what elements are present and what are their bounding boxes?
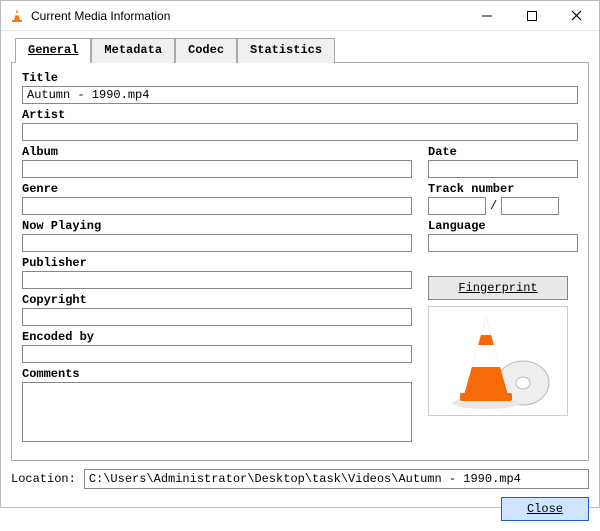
app-icon	[9, 8, 25, 24]
publisher-label: Publisher	[22, 256, 412, 270]
minimize-button[interactable]	[464, 1, 509, 30]
location-input[interactable]	[84, 469, 589, 489]
publisher-input[interactable]	[22, 271, 412, 289]
window-title: Current Media Information	[31, 9, 464, 23]
language-input[interactable]	[428, 234, 578, 252]
artist-label: Artist	[22, 108, 578, 122]
tab-general-body: Title Artist Album Date Genre Track num	[11, 62, 589, 461]
album-input[interactable]	[22, 160, 412, 178]
copyright-label: Copyright	[22, 293, 412, 307]
window-buttons	[464, 1, 599, 30]
maximize-button[interactable]	[509, 1, 554, 30]
fingerprint-button[interactable]: Fingerprint	[428, 276, 568, 300]
track-number-a-input[interactable]	[428, 197, 486, 215]
encoded-by-input[interactable]	[22, 345, 412, 363]
comments-input[interactable]	[22, 382, 412, 442]
tab-general[interactable]: General	[15, 38, 91, 63]
date-input[interactable]	[428, 160, 578, 178]
close-window-button[interactable]	[554, 1, 599, 30]
genre-label: Genre	[22, 182, 412, 196]
close-button-label: Close	[527, 502, 563, 516]
comments-label: Comments	[22, 367, 412, 381]
artist-input[interactable]	[22, 123, 578, 141]
tab-metadata[interactable]: Metadata	[91, 38, 175, 63]
track-number-label: Track number	[428, 182, 578, 196]
now-playing-input[interactable]	[22, 234, 412, 252]
track-separator: /	[490, 199, 497, 213]
titlebar: Current Media Information	[1, 1, 599, 31]
cover-art-placeholder-icon	[428, 306, 568, 416]
title-input[interactable]	[22, 86, 578, 104]
language-label: Language	[428, 219, 578, 233]
tab-statistics[interactable]: Statistics	[237, 38, 335, 63]
title-label: Title	[22, 71, 578, 85]
close-button[interactable]: Close	[501, 497, 589, 521]
copyright-input[interactable]	[22, 308, 412, 326]
track-number-b-input[interactable]	[501, 197, 559, 215]
date-label: Date	[428, 145, 578, 159]
genre-input[interactable]	[22, 197, 412, 215]
encoded-by-label: Encoded by	[22, 330, 412, 344]
tab-bar: General Metadata Codec Statistics	[15, 37, 589, 62]
location-label: Location:	[11, 472, 76, 486]
now-playing-label: Now Playing	[22, 219, 412, 233]
album-label: Album	[22, 145, 412, 159]
tab-codec[interactable]: Codec	[175, 38, 237, 63]
